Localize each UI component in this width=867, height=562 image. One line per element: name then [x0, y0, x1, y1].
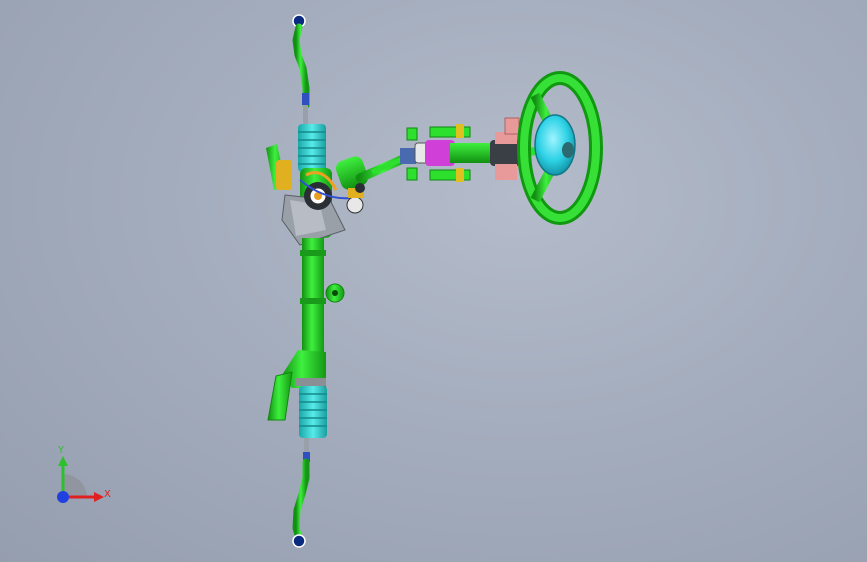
z-axis-dot [57, 491, 69, 503]
cad-viewport[interactable]: Y X [0, 0, 867, 562]
x-axis-label: X [104, 489, 111, 500]
coordinate-triad: Y X [57, 445, 111, 503]
y-axis-label: Y [57, 445, 65, 456]
